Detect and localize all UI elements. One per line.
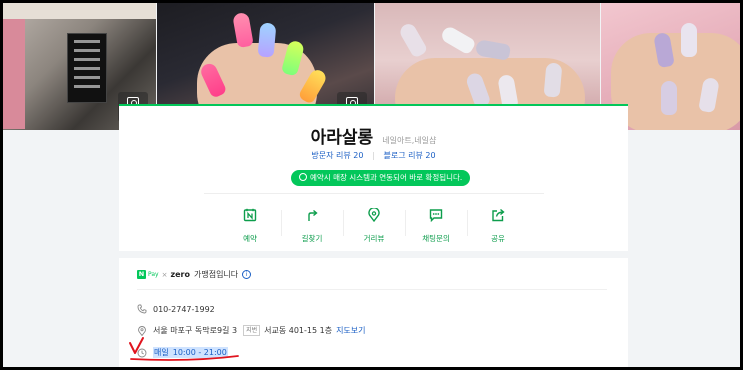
chat-icon <box>429 209 443 222</box>
street-view-icon <box>368 208 380 222</box>
place-info-card: N Pay × zero 가맹점입니다 i 010-2747-1992 서울 마… <box>119 258 628 367</box>
storefront-sign <box>67 33 107 103</box>
place-name: 아라살롱 <box>310 128 374 148</box>
directions-icon <box>308 209 318 221</box>
directions-button[interactable]: 길찾기 <box>281 206 343 243</box>
location-pin-icon <box>138 325 146 336</box>
share-icon <box>492 208 505 222</box>
jibun-badge: 지번 <box>243 325 261 336</box>
divider <box>137 289 607 290</box>
calendar-n-icon <box>243 208 257 222</box>
jibun-address: 서교동 401-15 1층 <box>264 326 333 335</box>
action-bar: 예약 길찾기 거리뷰 채팅문의 공유 <box>219 206 529 243</box>
reserve-button[interactable]: 예약 <box>219 206 281 243</box>
place-page: 2 19 <box>3 3 740 367</box>
divider <box>373 151 374 160</box>
hours-day: 매일 <box>154 348 169 357</box>
phone-row: 010-2747-1992 <box>137 304 215 314</box>
place-summary-card: 아라살롱 네일아트,네일샵 방문자 리뷰 20 블로그 리뷰 20 예약시 매장… <box>119 104 628 251</box>
blog-reviews-link[interactable]: 블로그 리뷰 20 <box>384 151 436 160</box>
place-title-row: 아라살롱 네일아트,네일샵 <box>119 123 628 148</box>
npay-zero-notice: N Pay × zero 가맹점입니다 i <box>137 269 252 280</box>
phone-icon <box>137 304 147 314</box>
view-map-link[interactable]: 지도보기 <box>336 325 365 336</box>
npay-merchant-text: 가맹점입니다 <box>193 270 239 279</box>
street-view-button[interactable]: 거리뷰 <box>343 206 405 243</box>
address-row: 서울 마포구 독막로9길 3 지번 서교동 401-15 1층 지도보기 <box>137 325 366 336</box>
hours-row: 매일 10:00 - 21:00 <box>137 347 228 358</box>
check-circle-icon <box>299 173 307 181</box>
road-address: 서울 마포구 독막로9길 3 <box>153 326 238 335</box>
info-icon[interactable]: i <box>242 270 252 279</box>
zero-pay-label: zero <box>170 270 190 279</box>
share-button[interactable]: 공유 <box>467 206 529 243</box>
visitor-reviews-link[interactable]: 방문자 리뷰 20 <box>311 151 363 160</box>
divider <box>204 193 544 194</box>
chat-inquiry-button[interactable]: 채팅문의 <box>405 206 467 243</box>
business-hours[interactable]: 매일 10:00 - 21:00 <box>153 347 228 358</box>
hours-time: 10:00 - 21:00 <box>172 348 227 357</box>
phone-number[interactable]: 010-2747-1992 <box>153 305 215 314</box>
clock-icon <box>137 348 147 357</box>
npay-times: × <box>161 270 168 279</box>
npay-logo-icon: N <box>137 270 146 279</box>
review-links: 방문자 리뷰 20 블로그 리뷰 20 <box>119 150 628 161</box>
place-category: 네일아트,네일샵 <box>382 136 437 145</box>
booking-confirm-badge: 예약시 매장 시스템과 연동되어 바로 확정됩니다. <box>291 170 471 186</box>
npay-label: Pay <box>148 271 159 278</box>
